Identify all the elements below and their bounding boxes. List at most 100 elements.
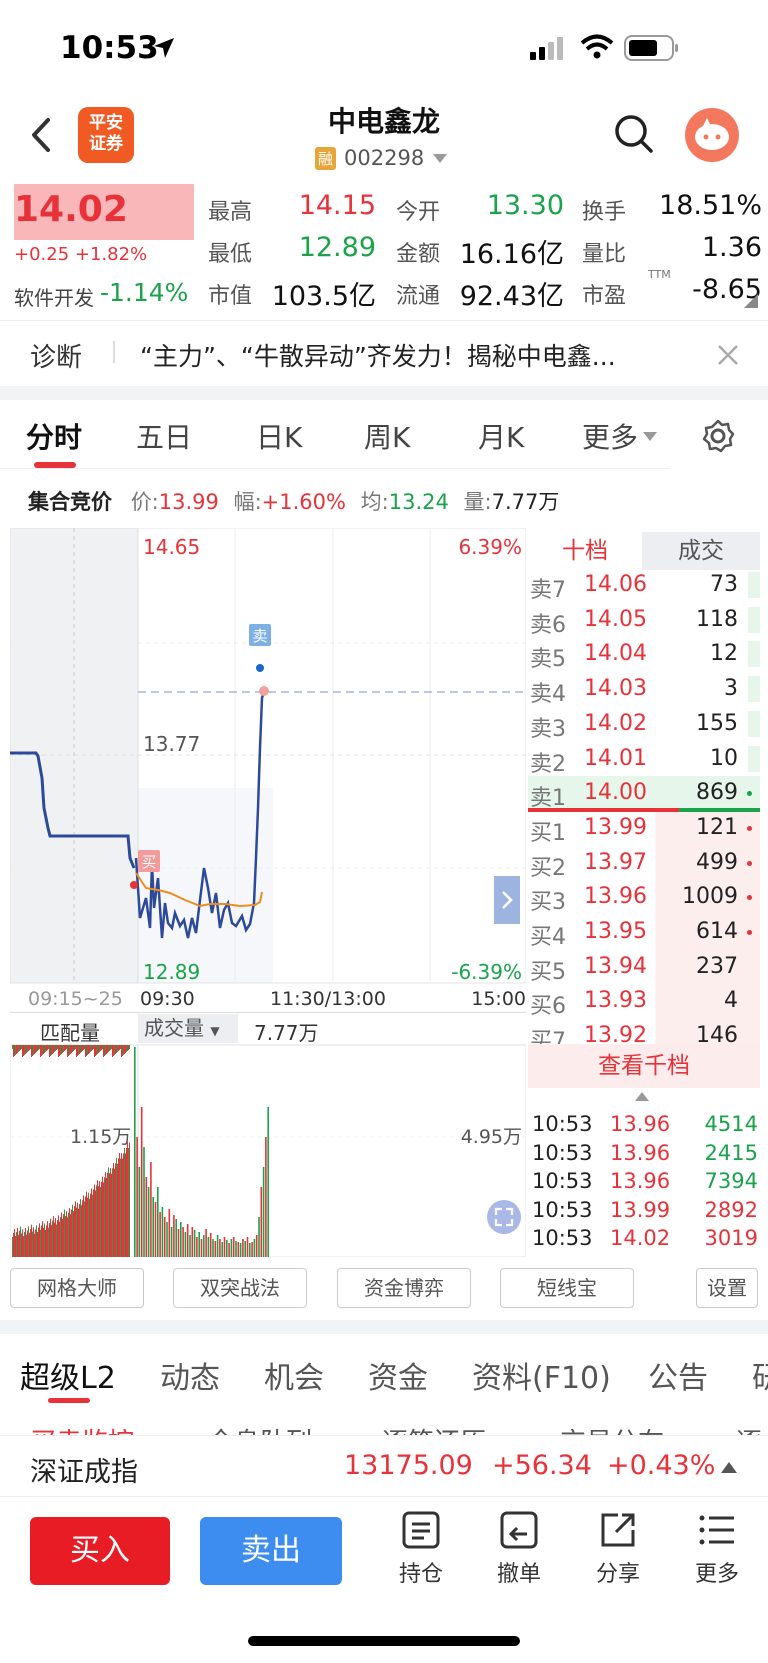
ask-row[interactable]: 卖3 14.02 155 xyxy=(528,707,760,742)
fullscreen-button[interactable] xyxy=(487,1200,521,1234)
bid-row[interactable]: 买2 13.97 499 xyxy=(528,845,760,881)
diagnosis-bar[interactable]: 诊断 “主力”、“牛散异动”齐发力！揭秘中电鑫... xyxy=(0,320,768,386)
intraday-price-chart[interactable]: 卖 买 14.65 13.77 12.89 6.39% -6.39% 09:15… xyxy=(10,528,526,1008)
auction-volume-bar xyxy=(51,1225,52,1257)
auction-volume-bar xyxy=(90,1193,91,1257)
auction-volume-bar xyxy=(75,1201,76,1257)
cancel-order-label: 撤单 xyxy=(496,1562,541,1587)
diagnosis-label: 诊断 xyxy=(30,343,83,373)
tab-super-l2[interactable]: 超级L2 xyxy=(20,1353,116,1397)
ask-row[interactable]: 卖2 14.01 10 xyxy=(528,742,760,777)
intraday-volume-bar xyxy=(242,1239,244,1257)
ask-row[interactable]: 卖4 14.03 3 xyxy=(528,672,760,707)
subtab-more[interactable]: 逐 xyxy=(736,1422,762,1436)
quote-value: 92.43亿 xyxy=(459,281,564,312)
match-volume-bar xyxy=(36,1045,37,1052)
intraday-volume-bar xyxy=(228,1243,230,1257)
auction-volume-bar xyxy=(24,1232,25,1257)
level-volume: 614 xyxy=(696,919,738,944)
short-term-button[interactable]: 短线宝 xyxy=(500,1268,634,1308)
match-volume-bar xyxy=(105,1045,106,1055)
level-volume: 155 xyxy=(696,710,738,736)
match-volume-bar xyxy=(79,1045,80,1054)
tab-five-day[interactable]: 五日 xyxy=(136,416,192,456)
tab-intraday[interactable]: 分时 xyxy=(26,416,82,456)
diagnosis-headline[interactable]: “主力”、“牛散异动”齐发力！揭秘中电鑫... xyxy=(140,337,616,373)
chat-bubble-icon xyxy=(695,118,729,150)
intraday-volume-bar xyxy=(184,1232,187,1257)
tab-more[interactable]: 更多 xyxy=(582,416,658,456)
stock-code-selector[interactable]: 融 002298 xyxy=(315,146,448,170)
ask-row[interactable]: 卖7 14.06 73 xyxy=(528,568,760,603)
subtab-tick-replay[interactable]: 逐笔还原 xyxy=(382,1422,486,1436)
tab-weekly-k[interactable]: 周K xyxy=(364,416,410,456)
tab-funds[interactable]: 资金 xyxy=(368,1353,428,1397)
tab-research[interactable]: 研 xyxy=(752,1353,768,1397)
bid-row[interactable]: 买3 13.96 1009 xyxy=(528,880,760,916)
subtab-row: 买卖监控 全息队列 逐笔还原 交易分布 逐 xyxy=(0,1406,768,1436)
level-volume: 12 xyxy=(710,641,738,667)
intraday-volume-bar xyxy=(173,1215,175,1257)
sector-name[interactable]: 软件开发 xyxy=(14,282,94,311)
view-thousand-levels-button[interactable]: 查看千档 xyxy=(528,1044,760,1088)
tab-monthly-k[interactable]: 月K xyxy=(478,416,524,456)
match-volume-bar xyxy=(51,1045,52,1055)
bid-row[interactable]: 买1 13.99 121 xyxy=(528,810,760,846)
double-breakout-button[interactable]: 双突战法 xyxy=(173,1268,307,1308)
tab-announcements[interactable]: 公告 xyxy=(648,1353,708,1397)
ask-row[interactable]: 卖5 14.04 12 xyxy=(528,637,760,672)
depth-bar xyxy=(748,606,760,633)
auction-volume-bar xyxy=(115,1163,116,1257)
tools-settings-button[interactable]: 设置 xyxy=(696,1268,758,1308)
auction-price: 13.99 xyxy=(158,490,219,514)
grid-master-button[interactable]: 网格大师 xyxy=(10,1268,144,1308)
sell-button[interactable]: 卖出 xyxy=(200,1517,342,1585)
tab-news[interactable]: 动态 xyxy=(160,1353,220,1397)
volume-chart: 1.15万 4.95万 xyxy=(10,1045,526,1257)
buy-button[interactable]: 买入 xyxy=(30,1517,170,1585)
auction-avg: 13.24 xyxy=(388,490,449,514)
subtab-queue[interactable]: 全息队列 xyxy=(208,1422,312,1436)
level-price: 14.02 xyxy=(584,710,647,736)
intraday-volume-bar xyxy=(260,1187,263,1257)
settings-gear-icon[interactable] xyxy=(700,418,736,454)
match-volume-bar xyxy=(64,1045,65,1051)
ask-row[interactable]: 卖1 14.00 869 xyxy=(528,776,760,812)
corner-expand-icon[interactable] xyxy=(744,294,758,308)
price-change: +0.25 +1.82% xyxy=(14,244,148,265)
match-volume-bar xyxy=(19,1045,20,1051)
intraday-volume-bar xyxy=(223,1237,226,1257)
volume-selector-label: 成交量 xyxy=(144,1016,204,1040)
more-button[interactable]: 更多 xyxy=(682,1510,752,1588)
subtab-distribution[interactable]: 交易分布 xyxy=(560,1422,664,1436)
expand-orderbook-handle[interactable] xyxy=(494,876,520,924)
cancel-order-button[interactable]: 撤单 xyxy=(484,1510,554,1588)
bid-row[interactable]: 买6 13.93 4 xyxy=(528,984,760,1020)
close-icon[interactable] xyxy=(716,343,740,367)
holdings-button[interactable]: 持仓 xyxy=(386,1510,456,1588)
ask-row[interactable]: 卖6 14.05 118 xyxy=(528,603,760,638)
caret-up-icon[interactable] xyxy=(634,1090,650,1102)
match-volume-bar xyxy=(88,1045,89,1054)
match-volume-bar xyxy=(129,1045,130,1049)
tab-trades[interactable]: 成交 xyxy=(642,532,760,570)
level-volume: 73 xyxy=(710,572,738,597)
match-volume-bar xyxy=(68,1045,69,1056)
share-button[interactable]: 分享 xyxy=(583,1510,653,1588)
fund-game-button[interactable]: 资金博弈 xyxy=(337,1268,471,1308)
match-volume-bar xyxy=(100,1045,101,1051)
level-volume: 1009 xyxy=(682,884,738,910)
search-icon[interactable] xyxy=(612,112,656,156)
auction-volume-bar xyxy=(76,1207,77,1257)
auction-volume-bar xyxy=(77,1202,78,1257)
subtab-bid-ask-monitor[interactable]: 买卖监控 xyxy=(30,1422,134,1436)
tab-f10[interactable]: 资料(F10) xyxy=(472,1353,611,1397)
volume-selector[interactable]: 成交量 ▼ xyxy=(138,1014,238,1043)
tab-opportunity[interactable]: 机会 xyxy=(264,1353,324,1397)
index-ticker-bar[interactable]: 深证成指 13175.09 +56.34 +0.43% xyxy=(0,1435,768,1497)
assistant-avatar[interactable] xyxy=(685,108,739,162)
tab-daily-k[interactable]: 日K xyxy=(256,416,302,456)
tab-ten-levels[interactable]: 十档 xyxy=(528,532,642,570)
bid-row[interactable]: 买4 13.95 614 xyxy=(528,915,760,950)
bid-row[interactable]: 买5 13.94 237 xyxy=(528,949,760,985)
